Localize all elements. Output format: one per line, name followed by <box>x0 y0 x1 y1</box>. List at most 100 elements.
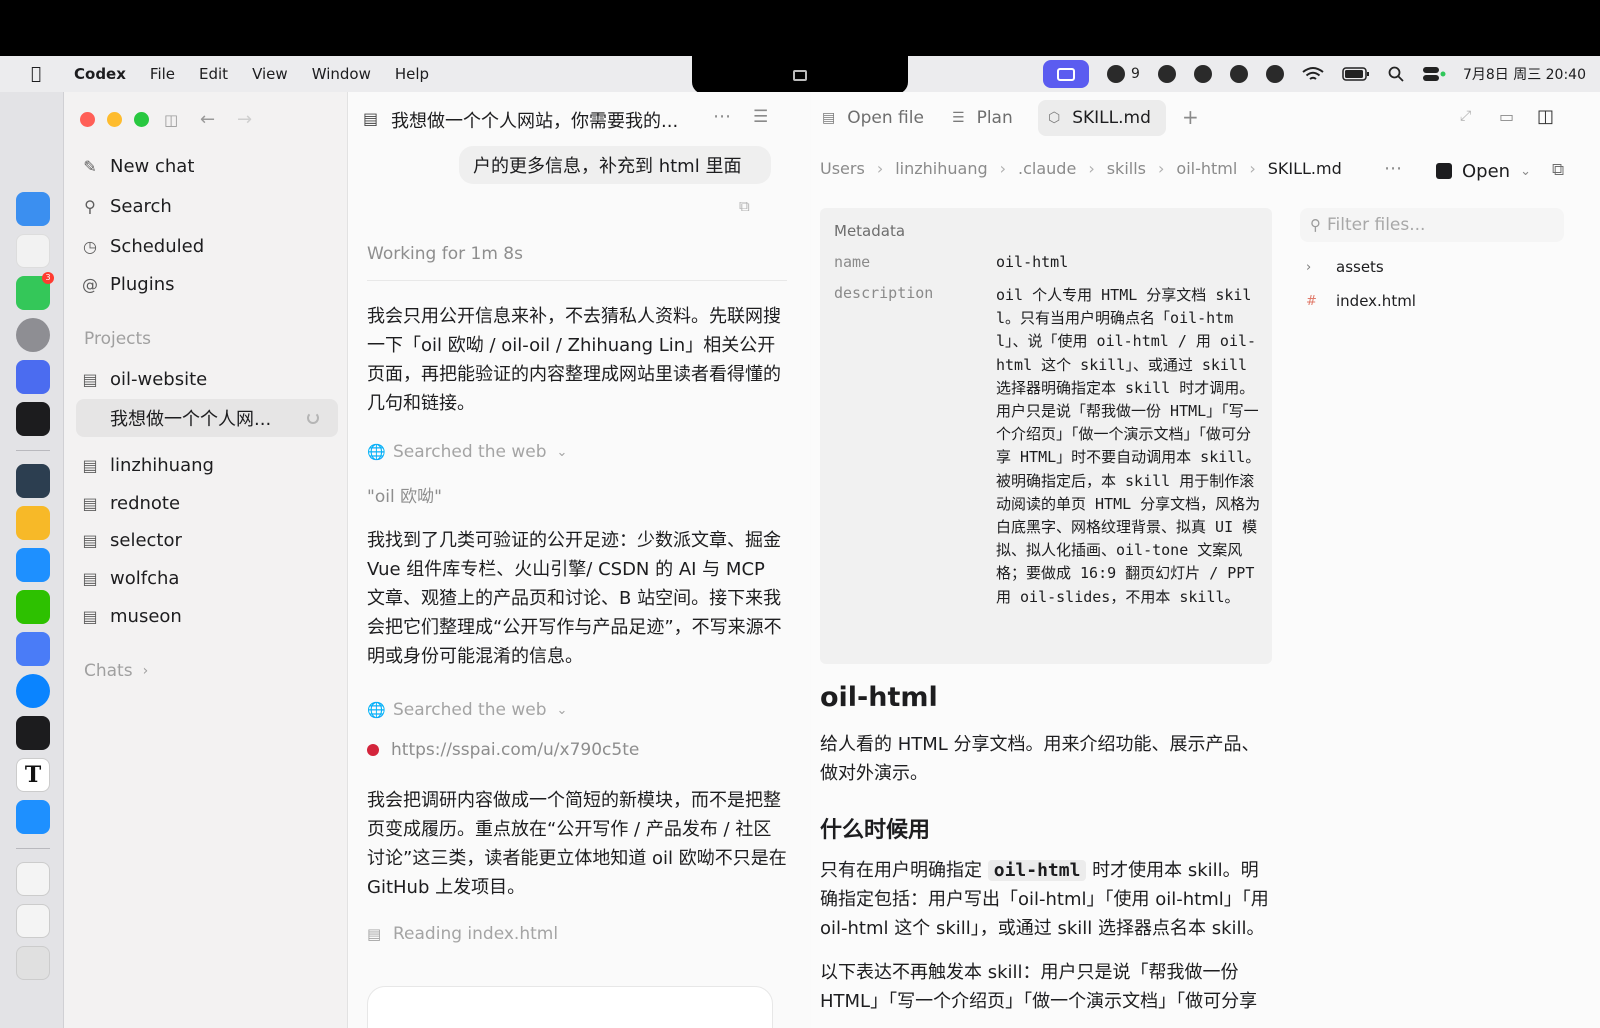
file-icon: ▤ <box>367 925 382 943</box>
forward-arrow-icon[interactable]: → <box>237 109 252 130</box>
app-icon[interactable] <box>16 632 50 666</box>
source-link-label: https://sspai.com/u/x790c5te <box>391 740 640 760</box>
search-icon: ⚲ <box>84 196 96 216</box>
sidebar-toggle-icon[interactable]: ◫ <box>164 111 178 129</box>
menu-view[interactable]: View <box>240 65 300 83</box>
project-museon[interactable]: ▤ museon <box>80 599 332 633</box>
app-status-icon[interactable] <box>1265 65 1284 83</box>
screen-top-bezel <box>0 0 1600 56</box>
searched-web-toggle[interactable]: 🌐 Searched the web ⌄ <box>367 700 567 720</box>
app-icon[interactable] <box>16 360 50 394</box>
typora-icon[interactable]: T <box>16 758 50 792</box>
copy-icon[interactable]: ⧉ <box>1552 160 1564 180</box>
project-linzhihuang[interactable]: ▤ linzhihuang <box>80 448 332 482</box>
menu-window[interactable]: Window <box>300 65 383 83</box>
menu-file[interactable]: File <box>138 65 187 83</box>
app-icon[interactable] <box>16 402 50 436</box>
app-icon[interactable] <box>16 800 50 834</box>
folder-icon: ▤ <box>82 455 98 475</box>
filter-files-input[interactable]: ⚲ Filter files... <box>1300 208 1564 242</box>
downloads-icon[interactable] <box>16 946 50 980</box>
breadcrumb-item[interactable]: Users <box>820 159 865 178</box>
settings-icon[interactable] <box>16 318 50 352</box>
tab-open-file[interactable]: ▤ Open file <box>812 100 934 136</box>
screenshot-tool-icon[interactable] <box>1043 60 1090 88</box>
expand-icon[interactable]: ⤢ <box>1460 108 1471 124</box>
app-icon[interactable] <box>16 716 50 750</box>
status-bar: 9 7月8日 周三 20:40 <box>1034 56 1600 92</box>
document-icon[interactable] <box>16 862 50 896</box>
file-tree-file[interactable]: # index.html <box>1306 292 1416 310</box>
more-options-icon[interactable]: ⋯ <box>713 106 731 127</box>
zoom-window-button[interactable] <box>134 112 149 127</box>
task-list-icon[interactable]: ☰ <box>753 107 768 127</box>
project-rednote[interactable]: ▤ rednote <box>80 486 332 520</box>
plugins-button[interactable]: @ Plugins <box>80 267 332 301</box>
active-thread-item[interactable]: 我想做一个个人网... <box>110 401 310 435</box>
searched-label: Searched the web <box>393 442 547 462</box>
search-button[interactable]: ⚲ Search <box>80 189 332 223</box>
breadcrumb-item[interactable]: linzhihuang <box>895 159 987 178</box>
spotlight-search-icon[interactable] <box>1388 66 1404 82</box>
new-chat-button[interactable]: ✎ New chat <box>80 149 332 183</box>
panel-right-icon[interactable]: ◫ <box>1537 106 1554 127</box>
panel-bottom-icon[interactable]: ▭ <box>1499 107 1514 126</box>
control-center-icon[interactable] <box>1422 66 1446 82</box>
chats-heading[interactable]: Chats › <box>84 661 148 681</box>
project-selector[interactable]: ▤ selector <box>80 523 332 557</box>
open-label: Open <box>1462 160 1511 182</box>
sspai-favicon-icon <box>367 744 379 756</box>
project-label: museon <box>110 605 182 627</box>
app-status-icon[interactable] <box>1157 65 1176 83</box>
folder-icon: ▤ <box>82 369 98 389</box>
app-status-icon[interactable] <box>1229 65 1248 83</box>
breadcrumb-item[interactable]: skills <box>1107 159 1146 178</box>
screen-record-icon[interactable] <box>793 69 807 81</box>
finder-icon[interactable] <box>16 192 50 226</box>
document-icon[interactable] <box>16 904 50 938</box>
open-in-app-button[interactable]: Open ⌄ <box>1436 156 1531 186</box>
codex-window: ◫ ← → ✎ New chat ⚲ Search ◷ Scheduled @ Plug… <box>64 92 1600 1028</box>
close-window-button[interactable] <box>80 112 95 127</box>
more-options-icon[interactable]: ⋯ <box>1384 158 1402 179</box>
projects-heading: Projects <box>84 329 152 349</box>
menu-help[interactable]: Help <box>383 65 441 83</box>
apple-icon[interactable]:  <box>24 64 48 84</box>
tab-skill-md[interactable]: ⬡ SKILL.md <box>1038 100 1166 136</box>
add-tab-icon[interactable]: + <box>1182 105 1199 129</box>
breadcrumb-item[interactable]: .claude <box>1018 159 1076 178</box>
breadcrumb-item[interactable]: oil-html <box>1176 159 1237 178</box>
terminal-icon[interactable] <box>16 464 50 498</box>
project-wolfcha[interactable]: ▤ wolfcha <box>80 561 332 595</box>
wifi-icon[interactable] <box>1302 66 1324 82</box>
menu-clock[interactable]: 7月8日 周三 20:40 <box>1463 64 1586 84</box>
wechat-status-icon[interactable]: 9 <box>1107 65 1140 83</box>
project-oil-website[interactable]: ▤ oil-website <box>80 362 332 396</box>
reeder-icon[interactable] <box>16 506 50 540</box>
launchpad-icon[interactable] <box>16 234 50 268</box>
folder-icon: ▤ <box>82 493 98 513</box>
copy-icon[interactable]: ⧉ <box>739 197 750 215</box>
messages-icon[interactable]: 3 <box>16 272 54 310</box>
project-label: linzhihuang <box>110 454 214 476</box>
searched-web-toggle[interactable]: 🌐 Searched the web ⌄ <box>367 442 567 462</box>
doc-intro: 给人看的 HTML 分享文档。用来介绍功能、展示产品、做对外演示。 <box>820 734 1260 784</box>
battery-icon[interactable] <box>1342 67 1370 81</box>
chevron-right-icon: › <box>1249 159 1256 178</box>
app-status-icon[interactable] <box>1193 65 1212 83</box>
wechat-icon[interactable] <box>16 590 50 624</box>
tab-plan[interactable]: ☰ Plan <box>942 100 1023 136</box>
back-arrow-icon[interactable]: ← <box>200 109 215 130</box>
menu-app-name[interactable]: Codex <box>62 65 138 83</box>
chevron-right-icon: › <box>1088 159 1095 178</box>
message-composer[interactable] <box>367 986 773 1028</box>
source-link[interactable]: https://sspai.com/u/x790c5te <box>367 740 639 760</box>
scheduled-button[interactable]: ◷ Scheduled <box>80 229 332 263</box>
search-label: Search <box>110 195 172 217</box>
menu-edit[interactable]: Edit <box>187 65 240 83</box>
app-icon[interactable] <box>16 548 50 582</box>
file-tree-folder[interactable]: › assets <box>1306 258 1384 276</box>
minimize-window-button[interactable] <box>107 112 122 127</box>
reading-label: Reading index.html <box>393 924 559 944</box>
app-icon[interactable] <box>16 674 50 708</box>
